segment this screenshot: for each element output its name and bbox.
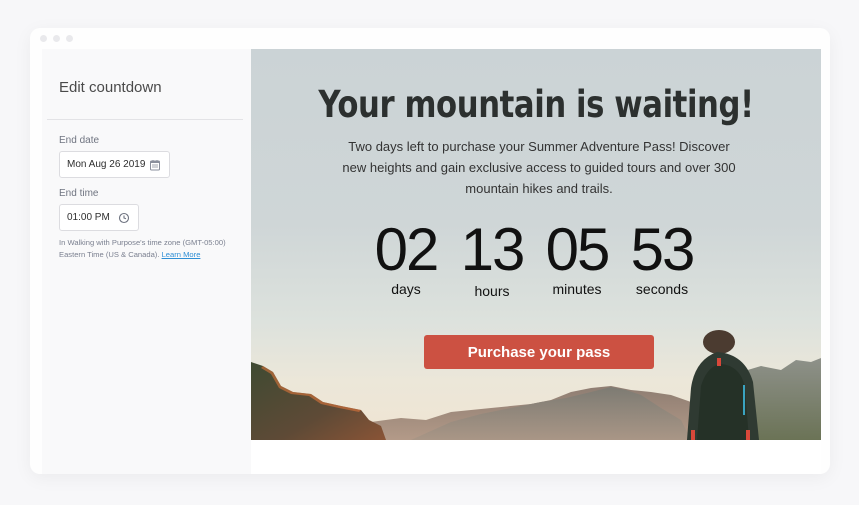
window-controls xyxy=(40,35,73,42)
countdown-timer: 02 days 13 hours 05 minutes 53 seconds xyxy=(251,216,821,300)
learn-more-link[interactable]: Learn More xyxy=(162,250,201,259)
window-maximize-button[interactable] xyxy=(66,35,73,42)
days-label: days xyxy=(391,281,421,297)
countdown-hours: 13 hours xyxy=(447,216,537,300)
divider xyxy=(47,119,243,120)
countdown-minutes: 05 minutes xyxy=(537,216,617,299)
end-time-field[interactable]: 01:00 PM xyxy=(59,204,139,231)
window-close-button[interactable] xyxy=(40,35,47,42)
minutes-value: 05 xyxy=(545,216,611,283)
seconds-label: seconds xyxy=(635,281,689,297)
end-date-label: End date xyxy=(59,135,100,146)
timezone-text: In Walking with Purpose's time zone (GMT… xyxy=(59,238,226,259)
sidebar: Edit countdown End date Mon Aug 26 2019 … xyxy=(42,49,251,474)
app-window: Edit countdown End date Mon Aug 26 2019 … xyxy=(30,28,830,474)
hours-value: 13 xyxy=(460,216,526,283)
calendar-icon[interactable] xyxy=(149,159,161,171)
end-time-value: 01:00 PM xyxy=(67,212,110,223)
end-date-value: Mon Aug 26 2019 xyxy=(67,159,146,170)
end-time-label: End time xyxy=(59,188,99,199)
seconds-value: 53 xyxy=(630,216,696,283)
hours-label: hours xyxy=(474,283,510,299)
headline: Your mountain is waiting! xyxy=(318,83,754,126)
clock-icon[interactable] xyxy=(118,212,130,224)
countdown-preview: Your mountain is waiting! Two days left … xyxy=(251,49,821,440)
days-value: 02 xyxy=(374,216,440,283)
purchase-pass-button[interactable]: Purchase your pass xyxy=(424,335,654,369)
countdown-seconds: 53 seconds xyxy=(617,216,707,299)
subtext: Two days left to purchase your Summer Ad… xyxy=(342,139,736,196)
hiker xyxy=(687,330,759,440)
countdown-days: 02 days xyxy=(365,216,447,299)
timezone-note: In Walking with Purpose's time zone (GMT… xyxy=(59,237,239,261)
minutes-label: minutes xyxy=(552,281,602,297)
window-minimize-button[interactable] xyxy=(53,35,60,42)
sidebar-title: Edit countdown xyxy=(59,79,162,96)
end-date-field[interactable]: Mon Aug 26 2019 xyxy=(59,151,170,178)
preview-footer xyxy=(251,440,821,474)
